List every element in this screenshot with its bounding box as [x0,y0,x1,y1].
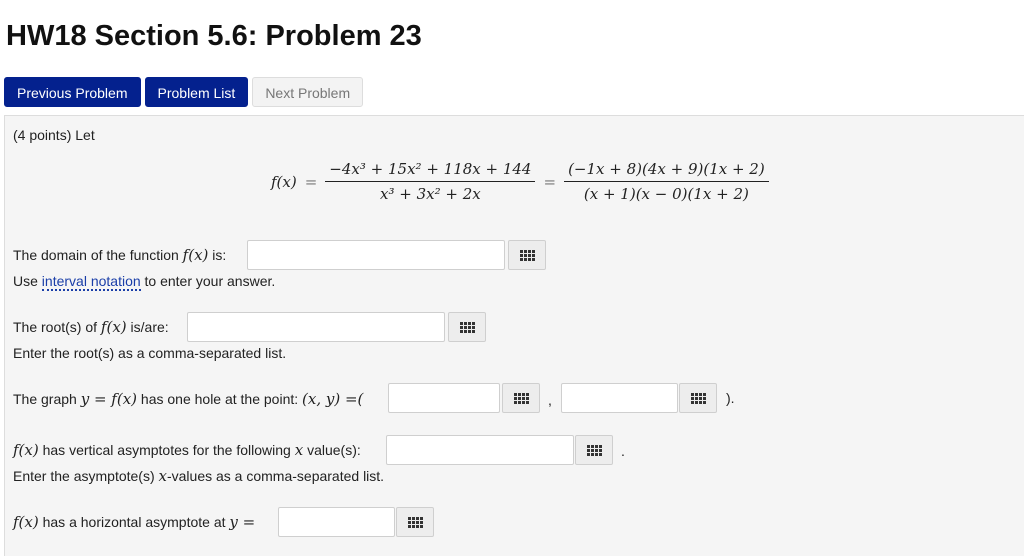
roots-hint: Enter the root(s) as a comma-separated l… [13,345,287,361]
problem-nav: Previous Problem Problem List Next Probl… [4,77,364,107]
grid-icon [407,516,423,528]
domain-answer-input[interactable] [247,240,505,270]
horizontal-asymptote-math-editor-button[interactable] [396,507,434,537]
fraction-expanded-numerator: −4x³ + 15x² + 118x + 144 [325,160,536,182]
hole-x-input[interactable] [388,383,500,413]
fraction-factored-numerator: (−1x + 8)(4x + 9)(1x + 2) [564,160,769,182]
problem-list-button[interactable]: Problem List [144,77,249,107]
vertical-asymptote-math-editor-button[interactable] [575,435,613,465]
grid-icon [519,249,535,261]
hole-comma: , [548,392,552,408]
vertical-asymptote-hint: Enter the asymptote(s) x-values as a com… [13,467,385,485]
fraction-expanded-denominator: x³ + 3x² + 2x [380,185,481,203]
formula-lhs: f(x) [271,172,297,191]
hole-y-input[interactable] [561,383,678,413]
fraction-expanded: −4x³ + 15x² + 118x + 144 x³ + 3x² + 2x [325,160,536,203]
domain-math-editor-button[interactable] [508,240,546,270]
vertical-asymptote-question: f(x) has vertical asymptotes for the fol… [13,441,361,459]
vertical-asymptote-input[interactable] [386,435,574,465]
horizontal-asymptote-input[interactable] [278,507,395,537]
hole-close: ). [726,390,735,406]
roots-answer-input[interactable] [187,312,445,342]
equals-sign: = [304,172,318,191]
equals-sign: = [543,172,557,191]
fraction-factored: (−1x + 8)(4x + 9)(1x + 2) (x + 1)(x − 0)… [564,160,769,203]
roots-math-editor-button[interactable] [448,312,486,342]
hole-question: The graph y = f(x) has one hole at the p… [13,390,364,408]
page-title: HW18 Section 5.6: Problem 23 [6,20,422,52]
previous-problem-button[interactable]: Previous Problem [4,77,141,107]
next-problem-button[interactable]: Next Problem [252,77,364,107]
grid-icon [513,392,529,404]
problem-intro: (4 points) Let [13,127,95,143]
hole-x-math-editor-button[interactable] [502,383,540,413]
domain-question: The domain of the function f(x) is: [13,246,227,264]
vertical-asymptote-dot: . [621,443,625,459]
hole-y-math-editor-button[interactable] [679,383,717,413]
grid-icon [459,321,475,333]
interval-notation-link[interactable]: interval notation [41,273,141,291]
fraction-factored-denominator: (x + 1)(x − 0)(1x + 2) [583,185,749,203]
horizontal-asymptote-question: f(x) has a horizontal asymptote at y = [13,513,256,531]
roots-question: The root(s) of f(x) is/are: [13,318,169,336]
grid-icon [586,444,602,456]
domain-hint: Use interval notation to enter your answ… [13,273,276,291]
grid-icon [690,392,706,404]
function-formula: f(x) = −4x³ + 15x² + 118x + 144 x³ + 3x²… [271,160,769,203]
